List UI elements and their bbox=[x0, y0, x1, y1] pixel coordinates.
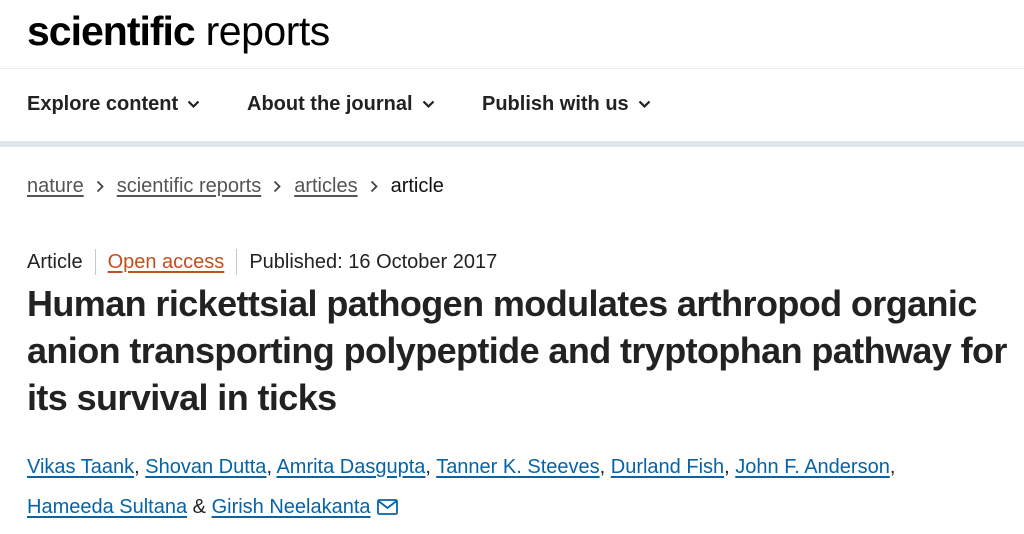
site-header: scientific reports bbox=[0, 0, 1024, 69]
author-separator: , bbox=[599, 456, 606, 478]
nav-label: Publish with us bbox=[482, 93, 629, 115]
article-type: Article bbox=[27, 250, 83, 273]
author-separator: , bbox=[425, 456, 431, 478]
nav-about-journal[interactable]: About the journal bbox=[247, 93, 435, 116]
author-link[interactable]: Girish Neelakanta bbox=[212, 496, 371, 518]
open-access-link[interactable]: Open access bbox=[108, 251, 225, 274]
published-date: Published: 16 October 2017 bbox=[249, 250, 498, 273]
author-link[interactable]: Amrita Dasgupta bbox=[276, 456, 425, 478]
breadcrumb-nature[interactable]: nature bbox=[27, 175, 84, 198]
author-list: Vikas Taank, Shovan Dutta, Amrita Dasgup… bbox=[27, 447, 1012, 527]
author-link[interactable]: John F. Anderson bbox=[735, 456, 890, 478]
envelope-icon[interactable] bbox=[376, 499, 398, 515]
chevron-right-icon bbox=[370, 180, 379, 193]
chevron-down-icon bbox=[422, 100, 434, 109]
author-link[interactable]: Hameeda Sultana bbox=[27, 496, 187, 518]
nav-label: Explore content bbox=[27, 93, 179, 115]
breadcrumb: nature scientific reports articles artic… bbox=[27, 175, 444, 198]
author-separator: , bbox=[889, 456, 896, 478]
nav-publish-with-us[interactable]: Publish with us bbox=[482, 93, 651, 116]
meta-divider bbox=[236, 249, 238, 275]
chevron-right-icon bbox=[96, 180, 105, 193]
author-link[interactable]: Durland Fish bbox=[611, 456, 724, 478]
chevron-down-icon bbox=[187, 100, 200, 109]
nav-explore-content[interactable]: Explore content bbox=[27, 93, 200, 116]
breadcrumb-current: article bbox=[390, 175, 444, 197]
author-link[interactable]: Shovan Dutta bbox=[145, 456, 266, 478]
article-meta: Article Open access Published: 16 Octobe… bbox=[27, 249, 497, 275]
main-nav: Explore content About the journal Publis… bbox=[0, 69, 1024, 147]
chevron-down-icon bbox=[638, 100, 650, 109]
author-ampersand: & bbox=[192, 496, 207, 518]
logo-light-text: reports bbox=[205, 8, 331, 54]
author-link[interactable]: Tanner K. Steeves bbox=[436, 456, 599, 478]
nav-label: About the journal bbox=[247, 93, 413, 115]
author-separator: , bbox=[134, 456, 140, 478]
author-separator: , bbox=[266, 456, 272, 478]
site-logo[interactable]: scientific reports bbox=[27, 8, 330, 54]
breadcrumb-scientific-reports[interactable]: scientific reports bbox=[117, 175, 262, 198]
breadcrumb-articles[interactable]: articles bbox=[294, 175, 357, 198]
meta-divider bbox=[94, 249, 96, 275]
chevron-right-icon bbox=[273, 180, 282, 193]
author-link[interactable]: Vikas Taank bbox=[27, 456, 134, 478]
author-separator: , bbox=[724, 456, 730, 478]
logo-bold-text: scientific bbox=[27, 8, 196, 54]
article-title: Human rickettsial pathogen modulates art… bbox=[27, 283, 1007, 418]
